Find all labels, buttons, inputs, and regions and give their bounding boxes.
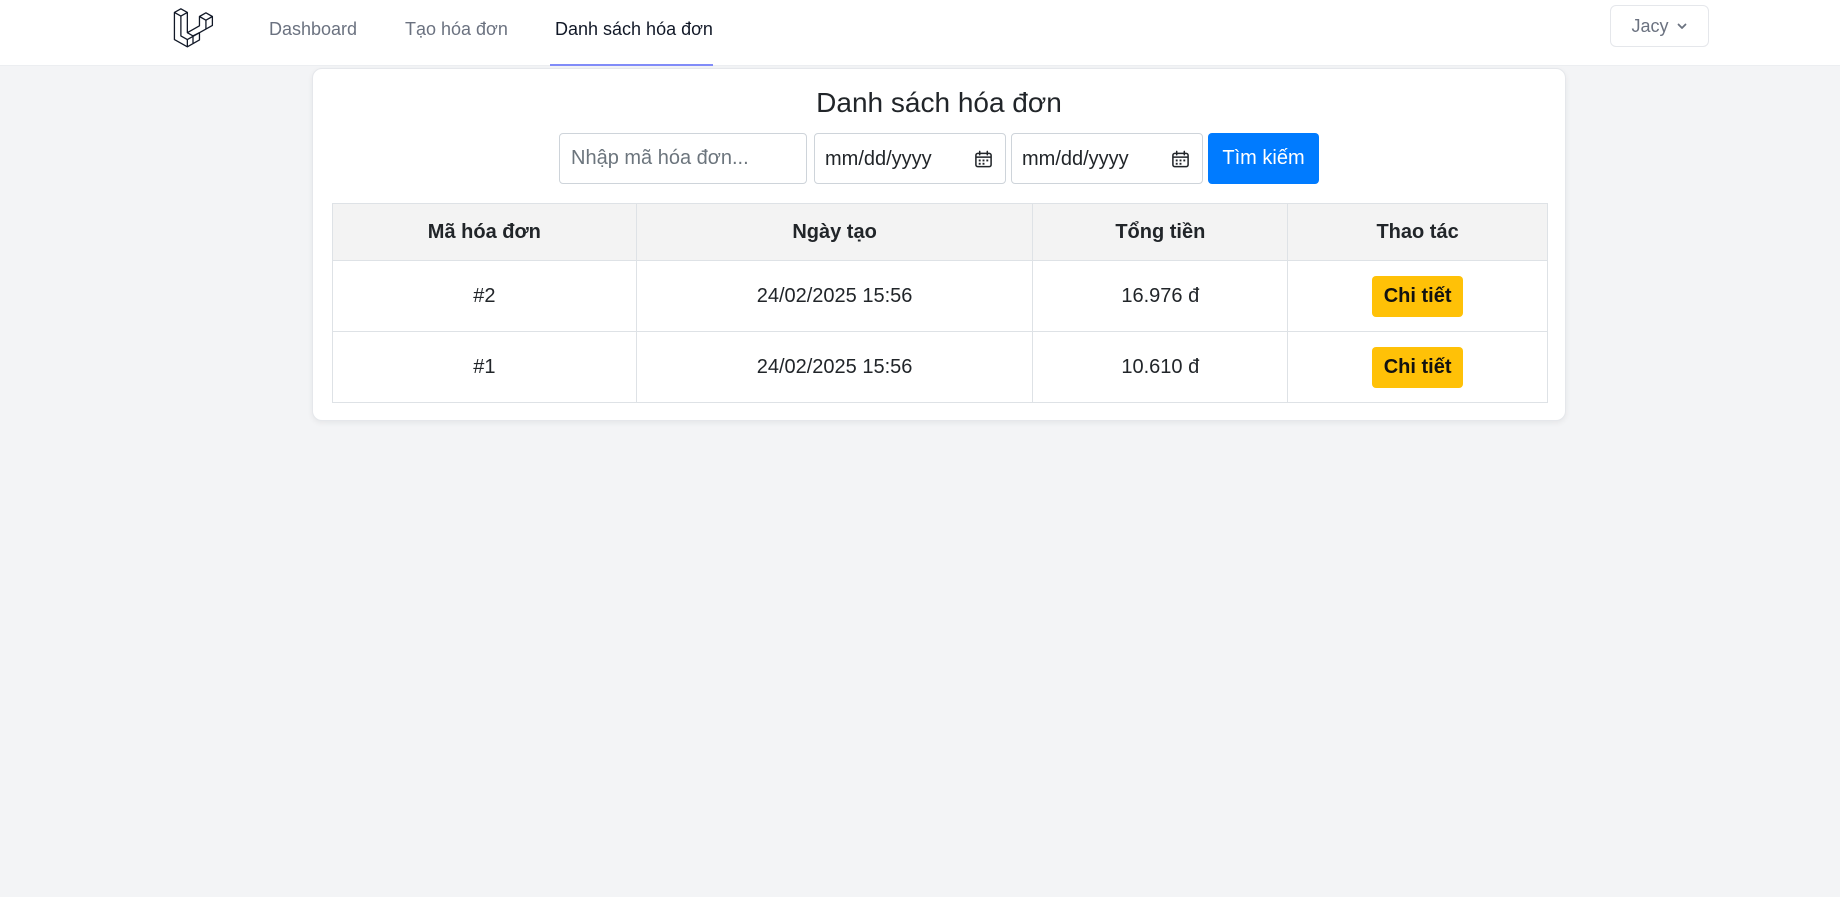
- date-to-text: mm/dd/yyyy: [1022, 148, 1129, 170]
- column-header-total: Tổng tiền: [1032, 203, 1289, 261]
- top-navigation: Dashboard Tạo hóa đơn Danh sách hóa đơn …: [0, 0, 1840, 66]
- table-row: #1 24/02/2025 15:56 10.610 đ Chi tiết: [332, 331, 1548, 403]
- column-header-created-date: Ngày tạo: [635, 203, 1034, 261]
- user-name: Jacy: [1631, 15, 1669, 36]
- created-date-cell: 24/02/2025 15:56: [635, 260, 1034, 332]
- page-title: Danh sách hóa đơn: [816, 87, 1062, 118]
- invoice-id-cell: #1: [332, 331, 637, 403]
- column-header-actions: Thao tác: [1287, 203, 1548, 261]
- nav-link-create-invoice[interactable]: Tạo hóa đơn: [405, 0, 508, 66]
- user-menu-button[interactable]: Jacy: [1610, 5, 1709, 47]
- calendar-icon[interactable]: [974, 150, 993, 169]
- actions-cell: Chi tiết: [1287, 331, 1548, 403]
- date-to-input[interactable]: mm/dd/yyyy: [1011, 133, 1203, 184]
- invoice-id-cell: #2: [332, 260, 637, 332]
- actions-cell: Chi tiết: [1287, 260, 1548, 332]
- table-header-row: Mã hóa đơn Ngày tạo Tổng tiền Thao tác: [332, 203, 1548, 261]
- detail-button[interactable]: Chi tiết: [1371, 346, 1464, 388]
- laravel-logo-icon[interactable]: [172, 6, 214, 48]
- calendar-icon[interactable]: [1171, 150, 1190, 169]
- total-cell: 16.976 đ: [1032, 260, 1289, 332]
- date-from-text: mm/dd/yyyy: [825, 148, 932, 170]
- chevron-down-icon: [1677, 23, 1686, 29]
- date-from-input[interactable]: mm/dd/yyyy: [814, 133, 1006, 184]
- total-cell: 10.610 đ: [1032, 331, 1289, 403]
- detail-button[interactable]: Chi tiết: [1371, 275, 1464, 317]
- invoice-table: Mã hóa đơn Ngày tạo Tổng tiền Thao tác #…: [332, 203, 1548, 403]
- table-row: #2 24/02/2025 15:56 16.976 đ Chi tiết: [332, 260, 1548, 332]
- column-header-invoice-id: Mã hóa đơn: [332, 203, 637, 261]
- invoice-list-card: Danh sách hóa đơn mm/dd/yyyy mm/dd/yyyy …: [312, 68, 1566, 421]
- nav-link-dashboard[interactable]: Dashboard: [269, 0, 357, 66]
- invoice-id-search-input[interactable]: [559, 133, 807, 184]
- nav-link-invoice-list[interactable]: Danh sách hóa đơn: [555, 0, 713, 66]
- created-date-cell: 24/02/2025 15:56: [635, 331, 1034, 403]
- search-button[interactable]: Tìm kiếm: [1208, 133, 1319, 184]
- active-nav-indicator: [550, 64, 713, 66]
